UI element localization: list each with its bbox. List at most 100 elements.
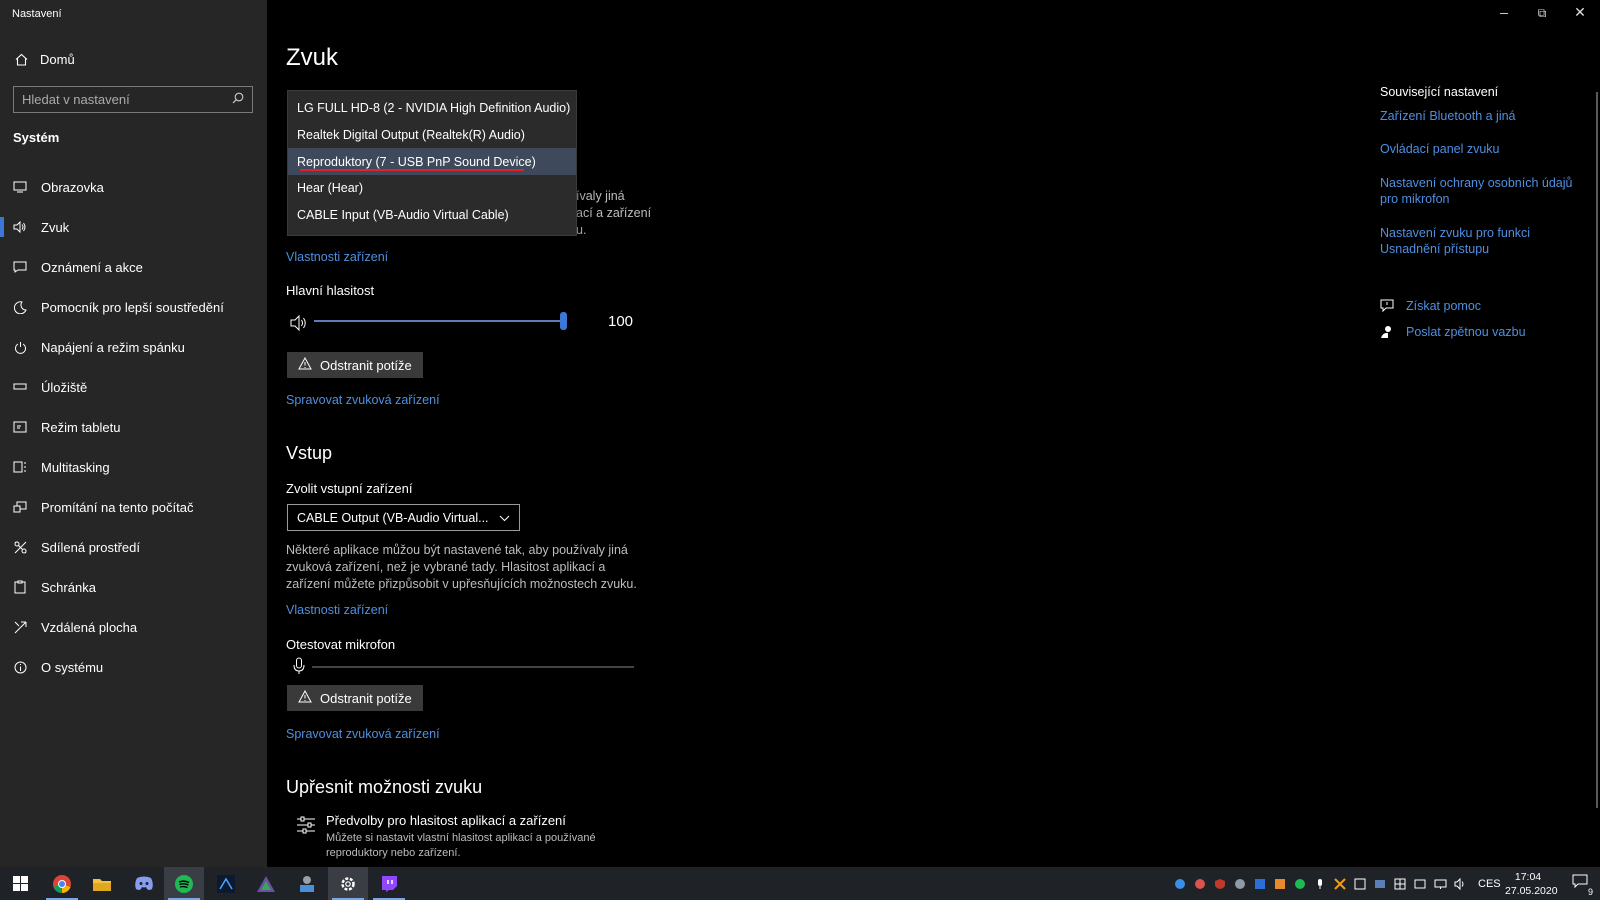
sidebar-item-tablet[interactable]: Režim tabletu [0, 407, 267, 447]
sidebar-item-label: Režim tabletu [41, 419, 121, 435]
minimize-button[interactable]: – [1493, 4, 1515, 20]
tray-steam-icon[interactable] [1230, 867, 1250, 900]
mic-level-meter [312, 666, 634, 668]
master-volume-label: Hlavní hlasitost [286, 283, 375, 298]
input-manage-devices-link[interactable]: Spravovat zvuková zařízení [286, 727, 440, 741]
dropdown-option[interactable]: CABLE Input (VB-Audio Virtual Cable) [288, 202, 576, 229]
help-chat-icon[interactable] [1380, 299, 1394, 317]
section-title: Systém [13, 130, 60, 145]
tray-twitch-icon[interactable] [1350, 867, 1370, 900]
twitch-icon[interactable] [369, 867, 409, 900]
tray-app3-icon[interactable] [1270, 867, 1290, 900]
close-button[interactable]: ✕ [1569, 4, 1591, 21]
search-box[interactable] [13, 86, 253, 113]
obs-icon[interactable] [206, 867, 246, 900]
feedback-icon[interactable] [1380, 325, 1394, 344]
option-label: CABLE Input (VB-Audio Virtual Cable) [297, 208, 509, 223]
search-input[interactable] [22, 92, 232, 107]
tray-app5-icon[interactable] [1370, 867, 1390, 900]
mic-privacy-link[interactable]: Nastavení ochrany osobních údajů pro mik… [1380, 175, 1590, 207]
button-label: Odstranit potíže [320, 690, 412, 706]
language-indicator[interactable]: CES [1478, 867, 1501, 900]
dropdown-option[interactable]: Hear (Hear) [288, 175, 576, 202]
sidebar-item-label: Zvuk [41, 219, 70, 235]
get-help-link[interactable]: Získat pomoc [1406, 298, 1600, 314]
action-center-button[interactable]: 9 [1562, 867, 1598, 900]
output-device-dropdown[interactable]: LG FULL HD-8 (2 - NVIDIA High Definition… [287, 90, 577, 236]
sidebar-item-zvuk[interactable]: Zvuk [0, 207, 267, 247]
sidebar-item-napajeni[interactable]: Napájení a režim spánku [0, 327, 267, 367]
tray-shield-icon[interactable] [1210, 867, 1230, 900]
sidebar-item-multitasking[interactable]: Multitasking [0, 447, 267, 487]
choose-input-label: Zvolit vstupní zařízení [286, 481, 413, 496]
warning-icon [298, 689, 312, 706]
app-icon[interactable] [246, 867, 286, 900]
input-device-properties-link[interactable]: Vlastnosti zařízení [286, 603, 388, 617]
sound-control-panel-link[interactable]: Ovládací panel zvuku [1380, 141, 1590, 157]
warning-icon [298, 356, 312, 373]
volume-slider-thumb[interactable] [560, 312, 567, 330]
sidebar-item-vzdalena[interactable]: Vzdálená plocha [0, 607, 267, 647]
clock-time: 17:04 [1514, 871, 1542, 883]
tray-app6-icon[interactable] [1390, 867, 1410, 900]
output-manage-devices-link[interactable]: Spravovat zvuková zařízení [286, 393, 440, 407]
notification-icon [13, 260, 27, 274]
settings-icon[interactable] [328, 867, 368, 900]
sidebar-item-soustredeni[interactable]: Pomocník pro lepší soustředění [0, 287, 267, 327]
mixer-sliders-icon[interactable] [296, 815, 316, 840]
sidebar-item-label: Napájení a režim spánku [41, 339, 185, 355]
scrollbar[interactable] [1596, 92, 1598, 808]
sidebar-item-label: O systému [41, 659, 104, 675]
sidebar-item-o-systemu[interactable]: O systému [0, 647, 267, 687]
clock[interactable]: 17:04 27.05.2020 [1505, 870, 1558, 898]
tray-app-icon[interactable] [1190, 867, 1210, 900]
related-settings-title: Související nastavení [1380, 85, 1499, 99]
volume-slider-track[interactable] [314, 320, 564, 322]
spotify-icon[interactable] [164, 867, 204, 900]
sidebar-item-uloziste[interactable]: Úložiště [0, 367, 267, 407]
search-icon[interactable] [232, 91, 244, 109]
volume-tray-icon[interactable] [1450, 867, 1470, 900]
tray-globe-icon[interactable] [1170, 867, 1190, 900]
discord-icon[interactable] [124, 867, 164, 900]
storage-icon [13, 380, 27, 394]
dropdown-option[interactable]: LG FULL HD-8 (2 - NVIDIA High Definition… [288, 95, 576, 122]
start-icon[interactable] [0, 867, 40, 900]
tray-bluetooth-icon[interactable] [1250, 867, 1270, 900]
ease-of-access-sound-link[interactable]: Nastavení zvuku pro funkci Usnadnění pří… [1380, 225, 1590, 257]
info-icon [13, 660, 27, 674]
sidebar-item-oznameni[interactable]: Oznámení a akce [0, 247, 267, 287]
sidebar-item-obrazovka[interactable]: Obrazovka [0, 167, 267, 207]
output-description-line2: ací a zařízení [576, 206, 652, 220]
chrome-icon[interactable] [42, 867, 82, 900]
tray-app4-icon[interactable] [1330, 867, 1350, 900]
app-title: Nastavení [12, 8, 62, 20]
sidebar-item-sdilena[interactable]: Sdílená prostředí [0, 527, 267, 567]
multitasking-icon [13, 460, 27, 474]
dropdown-option-selected[interactable]: Reproduktory (7 - USB PnP Sound Device) [288, 148, 576, 176]
monitor-icon [13, 180, 27, 194]
input-troubleshoot-button[interactable]: Odstranit potíže [287, 685, 423, 711]
input-heading: Vstup [286, 443, 333, 463]
bluetooth-link[interactable]: Zařízení Bluetooth a jiná [1380, 108, 1590, 124]
network-icon[interactable] [1430, 867, 1450, 900]
sidebar-item-schranka[interactable]: Schránka [0, 567, 267, 607]
app-volume-preferences-title[interactable]: Předvolby pro hlasitost aplikací a zaříz… [326, 813, 566, 828]
input-device-select[interactable]: CABLE Output (VB-Audio Virtual... [287, 504, 520, 531]
tray-keyboard-icon[interactable] [1410, 867, 1430, 900]
tray-spotify-icon[interactable] [1290, 867, 1310, 900]
home-nav-item[interactable]: Domů [14, 52, 75, 67]
sidebar-item-promitani[interactable]: Promítání na tento počítač [0, 487, 267, 527]
tray-microphone-icon[interactable] [1310, 867, 1330, 900]
output-device-properties-link[interactable]: Vlastnosti zařízení [286, 250, 388, 264]
app2-icon[interactable] [287, 867, 327, 900]
volume-speaker-icon[interactable] [290, 314, 308, 336]
file-explorer-icon[interactable] [82, 867, 122, 900]
volume-value: 100 [608, 313, 634, 330]
dropdown-option[interactable]: Realtek Digital Output (Realtek(R) Audio… [288, 122, 576, 149]
option-label: LG FULL HD-8 (2 - NVIDIA High Definition… [297, 101, 571, 116]
output-troubleshoot-button[interactable]: Odstranit potíže [287, 352, 423, 378]
restore-button[interactable]: ⧉ [1531, 6, 1553, 21]
send-feedback-link[interactable]: Poslat zpětnou vazbu [1406, 324, 1600, 340]
test-mic-label: Otestovat mikrofon [286, 637, 396, 652]
